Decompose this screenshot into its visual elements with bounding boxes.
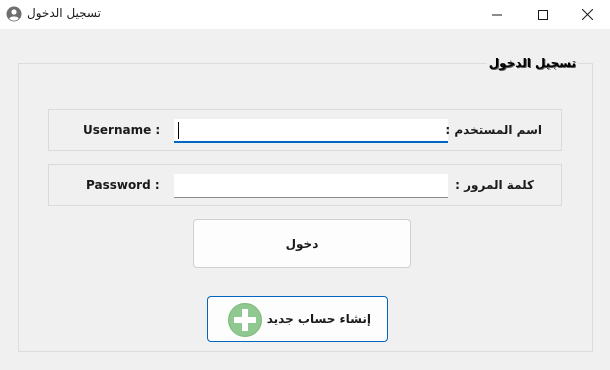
username-label-ar: اسم المستخدم : <box>445 123 542 137</box>
register-button[interactable]: إنشاء حساب جديد <box>207 296 388 342</box>
minimize-icon <box>492 14 502 15</box>
username-label-en: Username : <box>83 123 161 137</box>
close-button[interactable] <box>564 0 610 29</box>
register-button-label: إنشاء حساب جديد <box>266 312 371 326</box>
maximize-button[interactable] <box>520 0 566 29</box>
password-label-ar: كلمة المرور : <box>455 178 534 192</box>
window-title: تسجيل الدخول <box>27 6 101 20</box>
title-bar: تسجيل الدخول <box>0 0 610 29</box>
user-circle-icon <box>6 6 22 22</box>
close-icon <box>581 9 593 20</box>
password-label-en: Password : <box>86 178 160 192</box>
username-input[interactable] <box>174 119 448 143</box>
text-caret <box>178 122 179 139</box>
login-button-label: دخول <box>285 236 319 251</box>
password-input[interactable] <box>174 174 448 198</box>
login-button[interactable]: دخول <box>193 219 411 268</box>
groupbox-title: تسجيل الدخول <box>486 56 578 70</box>
plus-icon <box>228 303 262 337</box>
maximize-icon <box>538 9 548 20</box>
minimize-button[interactable] <box>474 0 520 29</box>
